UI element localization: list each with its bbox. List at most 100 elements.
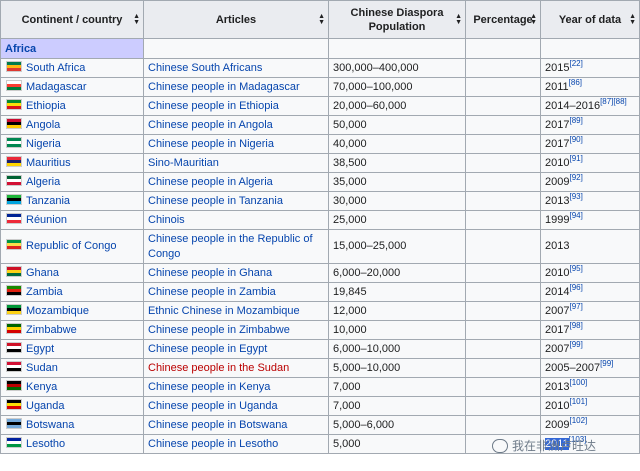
reference-link[interactable]: [87][88] xyxy=(600,98,627,107)
population-cell: 30,000 xyxy=(328,191,466,211)
country-cell: Botswana xyxy=(0,415,144,435)
article-link[interactable]: Chinese people in Botswana xyxy=(148,419,287,431)
population-cell: 50,000 xyxy=(328,115,466,135)
country-link[interactable]: Angola xyxy=(26,119,60,131)
region-row: Africa xyxy=(0,38,640,59)
article-link[interactable]: Chinese people in the Sudan xyxy=(148,362,289,374)
sort-icon[interactable]: ▲ ▼ xyxy=(318,13,325,26)
reference-link[interactable]: [22] xyxy=(569,60,582,69)
percentage-cell xyxy=(465,415,541,435)
article-link[interactable]: Chinese South Africans xyxy=(148,62,262,74)
country-cell: Zambia xyxy=(0,282,144,302)
reference-link[interactable]: [90] xyxy=(569,136,582,145)
population-cell: 40,000 xyxy=(328,134,466,154)
reference-link[interactable]: [93] xyxy=(569,193,582,202)
country-link[interactable]: Mozambique xyxy=(26,305,89,317)
year-value: 2014 xyxy=(545,286,570,298)
header-continent-country[interactable]: Continent / country ▲ ▼ xyxy=(0,0,144,39)
country-link[interactable]: Zambia xyxy=(26,286,63,298)
article-cell: Chinese people in Angola xyxy=(143,115,329,135)
year-value: 2009 xyxy=(545,419,570,431)
population-cell: 5,000–10,000 xyxy=(328,358,466,378)
percentage-cell xyxy=(465,358,541,378)
flag-icon xyxy=(6,213,22,224)
article-link[interactable]: Chinese people in Kenya xyxy=(148,381,270,393)
article-link[interactable]: Chinese people in Ethiopia xyxy=(148,100,279,112)
article-cell: Chinese people in Zambia xyxy=(143,282,329,302)
article-link[interactable]: Chinese people in Madagascar xyxy=(148,81,300,93)
country-link[interactable]: South Africa xyxy=(26,62,85,74)
article-link[interactable]: Chinese people in the Republic of Congo xyxy=(148,233,313,260)
article-cell: Chinese people in Botswana xyxy=(143,415,329,435)
reference-link[interactable]: [91] xyxy=(569,155,582,164)
article-link[interactable]: Chinese people in Uganda xyxy=(148,400,278,412)
country-link[interactable]: Algeria xyxy=(26,176,60,188)
table-row: Kenya Chinese people in Kenya 7,000 2013[10… xyxy=(0,377,640,397)
table-row: Mozambique Ethnic Chinese in Mozambique 12… xyxy=(0,301,640,321)
header-percentage[interactable]: Percentage ▲ ▼ xyxy=(465,0,541,39)
year-cell: 2010[91] xyxy=(540,153,640,173)
reference-link[interactable]: [100] xyxy=(569,379,587,388)
sort-icon[interactable]: ▲ ▼ xyxy=(629,13,636,26)
article-link[interactable]: Chinese people in Nigeria xyxy=(148,138,274,150)
header-year[interactable]: Year of data ▲ ▼ xyxy=(540,0,640,39)
country-link[interactable]: Réunion xyxy=(26,214,67,226)
reference-link[interactable]: [99] xyxy=(600,360,613,369)
population-cell: 7,000 xyxy=(328,377,466,397)
year-value: 2010 xyxy=(545,400,570,412)
sort-icon[interactable]: ▲ ▼ xyxy=(455,13,462,26)
country-cell: Réunion xyxy=(0,210,144,230)
reference-link[interactable]: [99] xyxy=(569,341,582,350)
country-link[interactable]: Ethiopia xyxy=(26,100,66,112)
reference-link[interactable]: [92] xyxy=(569,174,582,183)
country-link[interactable]: Ghana xyxy=(26,267,59,279)
country-link[interactable]: Mauritius xyxy=(26,157,71,169)
article-cell: Chinese people in Ethiopia xyxy=(143,96,329,116)
reference-link[interactable]: [86] xyxy=(569,79,582,88)
reference-link[interactable]: [94] xyxy=(569,212,582,221)
header-articles[interactable]: Articles ▲ ▼ xyxy=(143,0,329,39)
article-cell: Chinois xyxy=(143,210,329,230)
article-link[interactable]: Chinese people in Lesotho xyxy=(148,438,278,450)
country-link[interactable]: Zimbabwe xyxy=(26,324,77,336)
country-cell: Lesotho xyxy=(0,434,144,454)
reference-link[interactable]: [96] xyxy=(569,284,582,293)
article-link[interactable]: Chinese people in Tanzania xyxy=(148,195,283,207)
year-cell: 2005–2007[99] xyxy=(540,358,640,378)
country-link[interactable]: Tanzania xyxy=(26,195,70,207)
reference-link[interactable]: [102] xyxy=(569,417,587,426)
sort-icon[interactable]: ▲ ▼ xyxy=(530,13,537,26)
article-link[interactable]: Chinese people in Zambia xyxy=(148,286,276,298)
year-value: 2011 xyxy=(545,81,569,93)
country-link[interactable]: Sudan xyxy=(26,362,58,374)
reference-link[interactable]: [97] xyxy=(569,303,582,312)
country-cell: Ethiopia xyxy=(0,96,144,116)
country-cell: Zimbabwe xyxy=(0,320,144,340)
country-link[interactable]: Lesotho xyxy=(26,438,65,450)
article-link[interactable]: Ethnic Chinese in Mozambique xyxy=(148,305,300,317)
reference-link[interactable]: [98] xyxy=(569,322,582,331)
article-link[interactable]: Chinese people in Ghana xyxy=(148,267,272,279)
table-row: Botswana Chinese people in Botswana 5,000–… xyxy=(0,415,640,435)
percentage-cell xyxy=(465,339,541,359)
reference-link[interactable]: [89] xyxy=(569,117,582,126)
article-link[interactable]: Chinese people in Angola xyxy=(148,119,273,131)
country-link[interactable]: Kenya xyxy=(26,381,57,393)
article-link[interactable]: Chinese people in Egypt xyxy=(148,343,267,355)
country-link[interactable]: Egypt xyxy=(26,343,54,355)
article-link[interactable]: Chinois xyxy=(148,214,185,226)
country-link[interactable]: Botswana xyxy=(26,419,74,431)
reference-link[interactable]: [101] xyxy=(569,398,587,407)
flag-icon xyxy=(6,61,22,72)
article-link[interactable]: Chinese people in Algeria xyxy=(148,176,273,188)
header-population[interactable]: Chinese Diaspora Population ▲ ▼ xyxy=(328,0,466,39)
article-link[interactable]: Sino-Mauritian xyxy=(148,157,219,169)
reference-link[interactable]: [95] xyxy=(569,265,582,274)
country-link[interactable]: Madagascar xyxy=(26,81,87,93)
sort-icon[interactable]: ▲ ▼ xyxy=(133,13,140,26)
flag-icon xyxy=(6,399,22,410)
article-link[interactable]: Chinese people in Zimbabwe xyxy=(148,324,290,336)
country-link[interactable]: Nigeria xyxy=(26,138,61,150)
country-link[interactable]: Uganda xyxy=(26,400,65,412)
country-link[interactable]: Republic of Congo xyxy=(26,240,117,252)
